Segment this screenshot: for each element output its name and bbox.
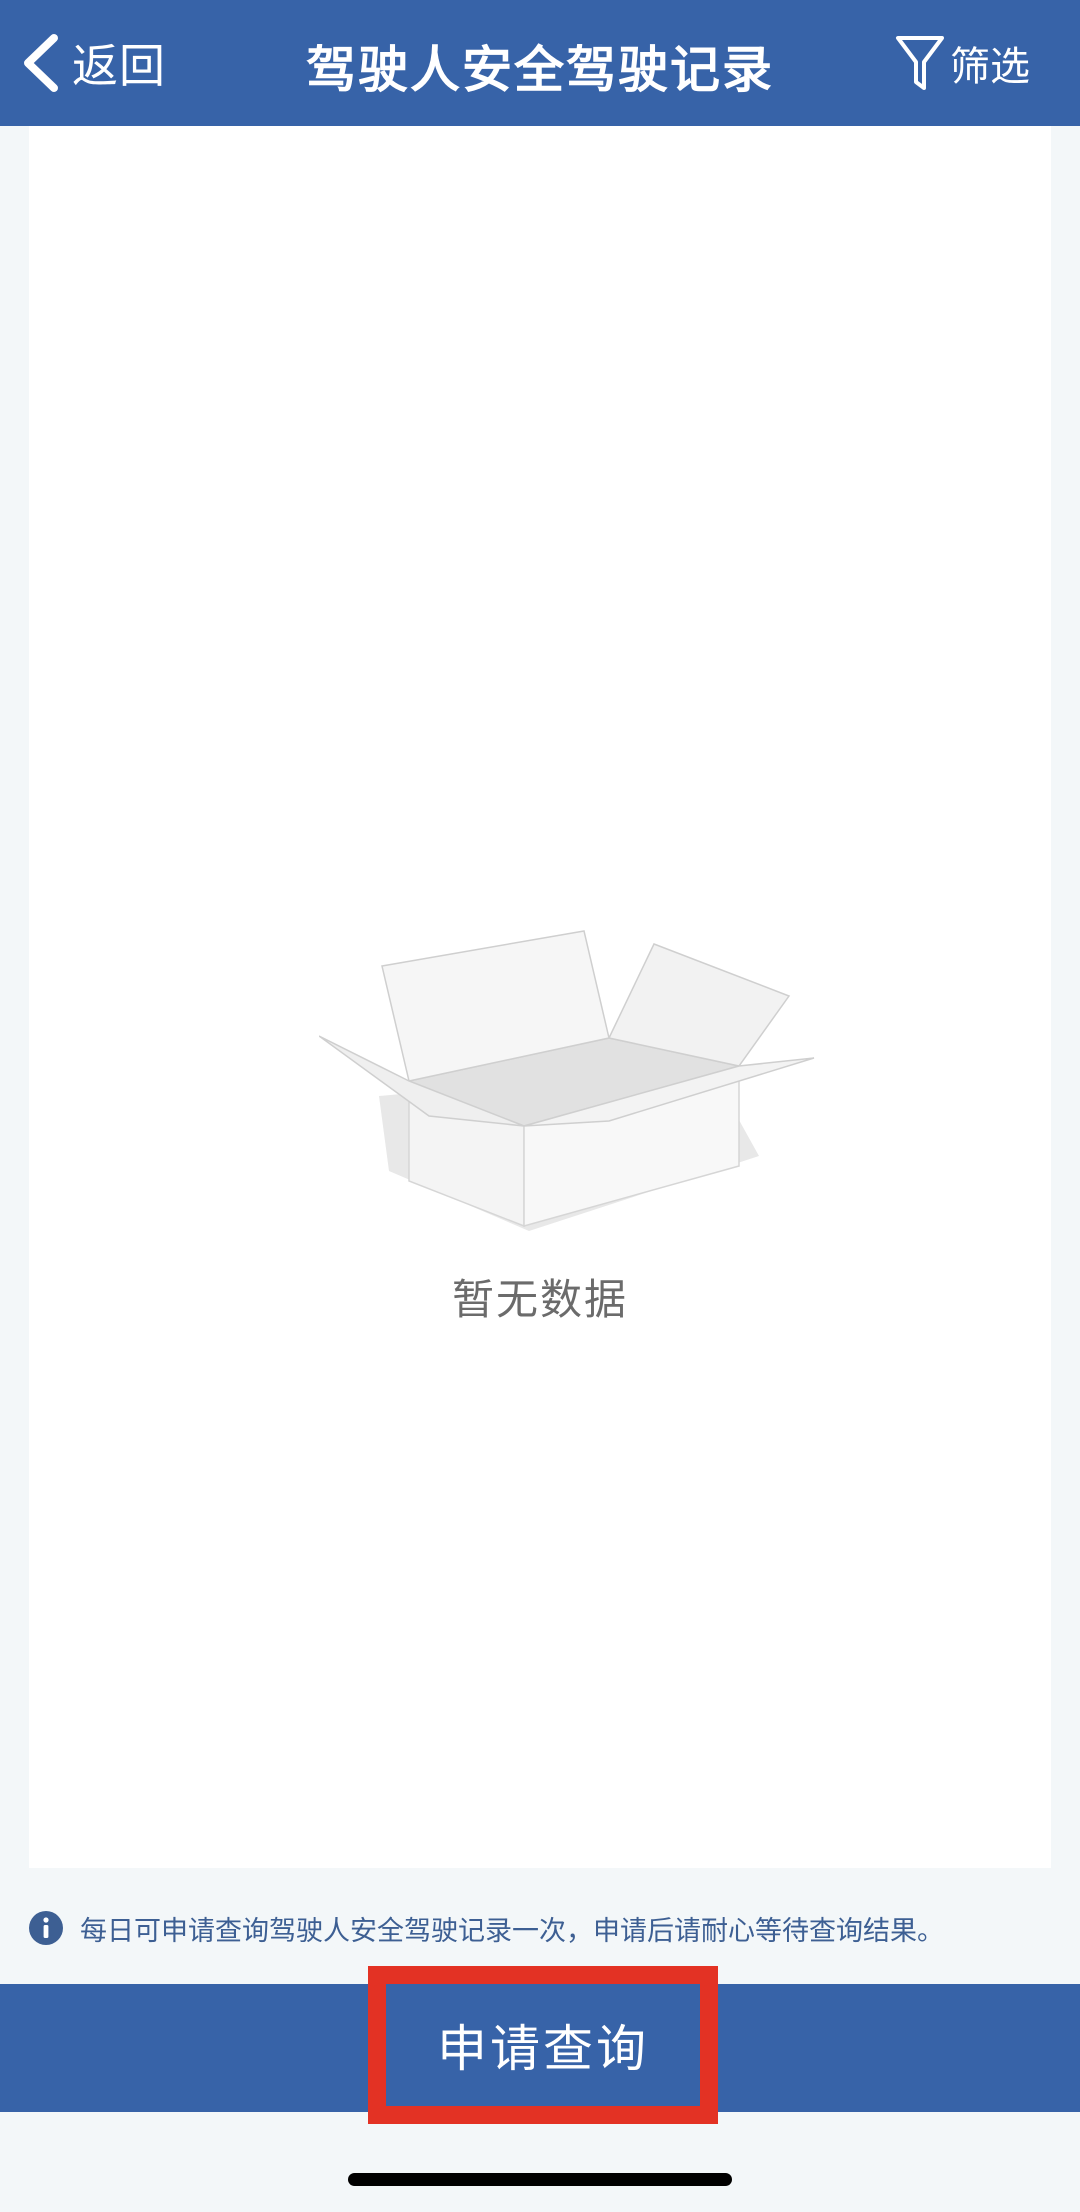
notice-text: 每日可申请查询驾驶人安全驾驶记录一次，申请后请耐心等待查询结果。 xyxy=(80,1915,944,1947)
empty-box-icon xyxy=(319,930,815,1231)
info-icon xyxy=(29,1911,63,1945)
query-notice: 每日可申请查询驾驶人安全驾驶记录一次，申请后请耐心等待查询结果。 xyxy=(28,1906,1058,1950)
empty-state-text: 暂无数据 xyxy=(451,1275,628,1324)
filter-label: 筛选 xyxy=(950,44,1030,90)
apply-query-button[interactable]: 申请查询 xyxy=(368,1966,718,2124)
screen: 返回 驾驶人安全驾驶记录 筛选 暂无数据 每日可申请查询驾驶人安全驾驶记录一次，… xyxy=(0,0,1080,2212)
home-indicator[interactable] xyxy=(348,2173,732,2186)
filter-button[interactable]: 筛选 xyxy=(894,30,1030,96)
top-nav-bar: 返回 驾驶人安全驾驶记录 筛选 xyxy=(0,0,1080,126)
records-list-panel: 暂无数据 xyxy=(29,126,1051,1868)
filter-funnel-icon xyxy=(896,36,944,90)
